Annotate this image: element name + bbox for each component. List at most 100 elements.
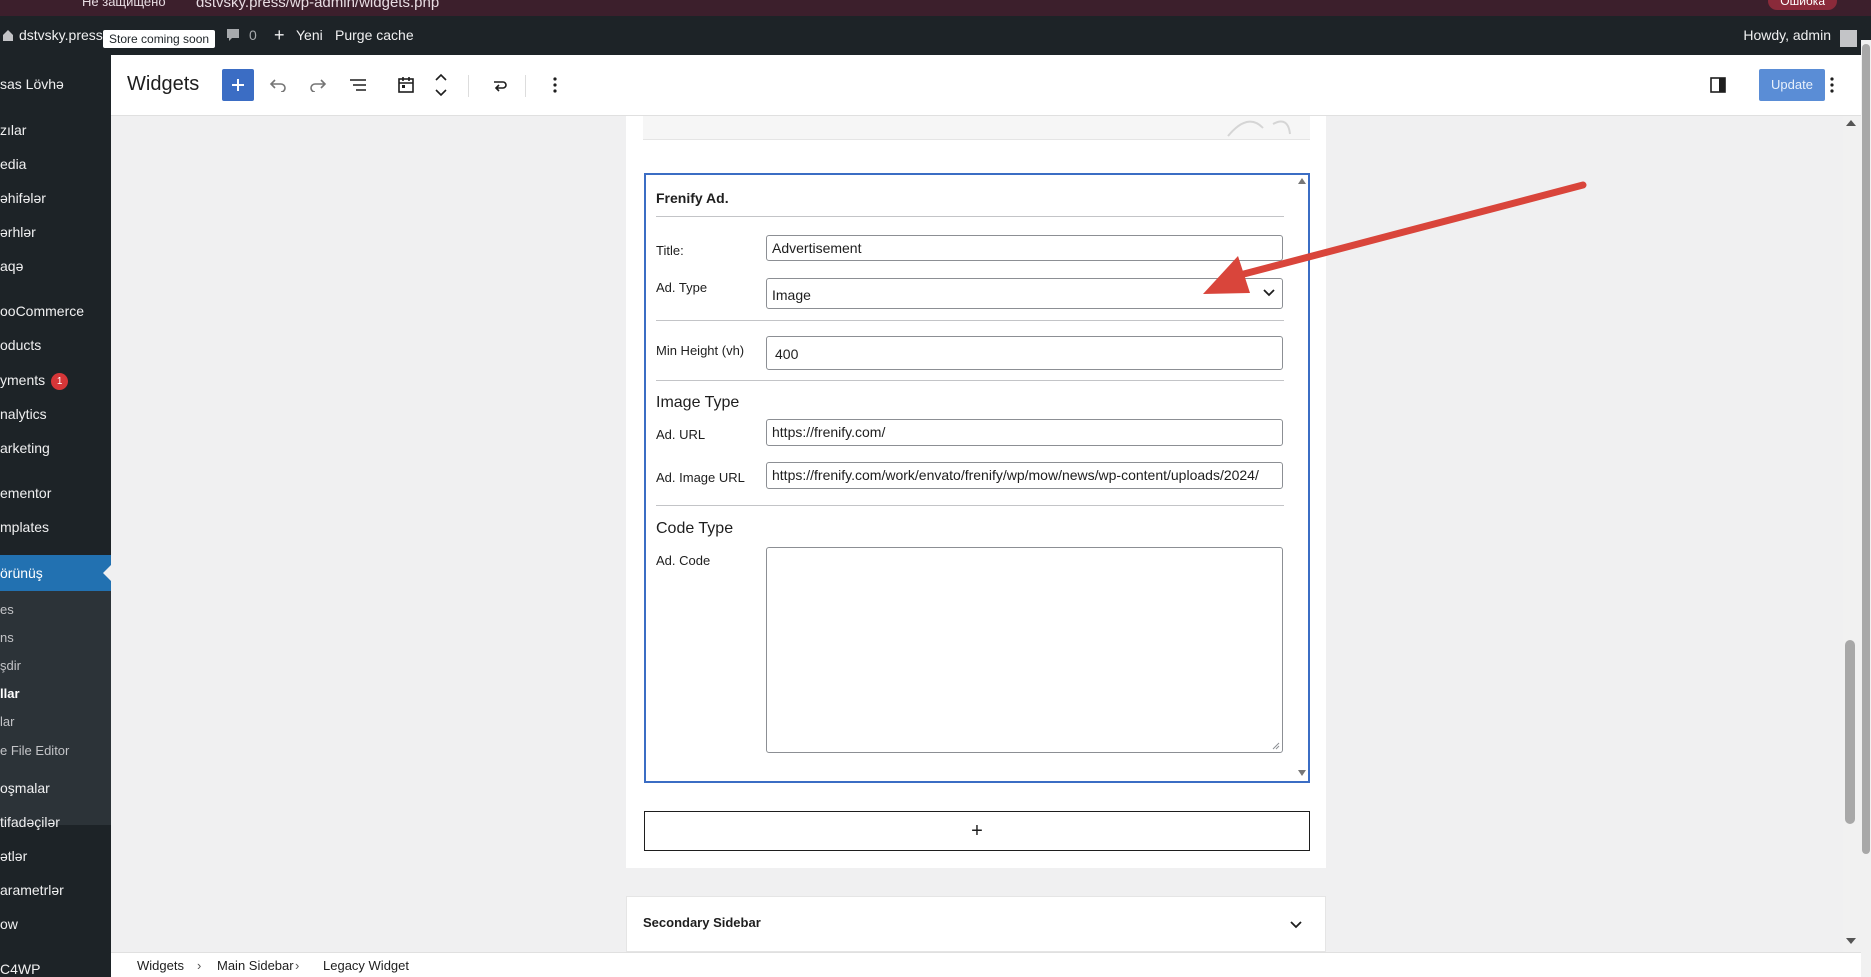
canvas-scrollbar[interactable] — [1843, 116, 1861, 952]
menu-item-tools[interactable]: ətlər — [0, 848, 27, 864]
editor-header: Widgets Update — [111, 55, 1861, 116]
min-height-input[interactable]: 400 — [766, 336, 1283, 370]
min-height-label: Min Height (vh) — [656, 343, 745, 358]
submenu-item-patterns[interactable]: ns — [0, 630, 14, 645]
breadcrumb-widgets[interactable]: Widgets — [137, 958, 184, 973]
new-content-link[interactable]: Yeni — [296, 16, 323, 55]
active-menu-arrow — [103, 565, 111, 581]
menu-item-plugins[interactable]: oşmalar — [0, 780, 50, 796]
ad-image-url-label: Ad. Image URL — [656, 470, 745, 485]
divider — [656, 216, 1284, 217]
menu-item-settings[interactable]: arametrlər — [0, 882, 64, 898]
chevron-down-icon[interactable] — [1289, 917, 1303, 931]
menu-item-users[interactable]: tifadəçilər — [0, 814, 60, 830]
sidebar-toggle-icon[interactable] — [1702, 69, 1734, 101]
browser-toolbar: Не защищено dstvsky.press/wp-admin/widge… — [0, 0, 1871, 16]
menu-item-payments-label: yments — [0, 372, 46, 388]
scroll-up-arrow[interactable] — [1846, 120, 1856, 126]
menu-item-woocommerce[interactable]: ooCommerce — [0, 303, 84, 319]
frenify-ad-widget[interactable]: Frenify Ad. Title: Advertisement Ad. Typ… — [644, 173, 1310, 783]
widget-heading: Frenify Ad. — [656, 190, 729, 206]
redo-button[interactable] — [302, 69, 334, 101]
store-coming-soon-badge[interactable]: Store coming soon — [103, 30, 216, 48]
title-label: Title: — [656, 243, 684, 258]
ad-url-label: Ad. URL — [656, 427, 706, 442]
ad-type-select[interactable]: Image — [766, 278, 1283, 309]
options-menu-icon[interactable] — [1816, 69, 1848, 101]
list-view-button[interactable] — [342, 69, 374, 101]
divider — [656, 380, 1284, 381]
menu-item-analytics[interactable]: nalytics — [0, 406, 47, 422]
submenu-item-menus[interactable]: lar — [0, 714, 14, 729]
secondary-sidebar-panel[interactable]: Secondary Sidebar — [626, 896, 1326, 952]
menu-item-elementor[interactable]: ementor — [0, 485, 51, 501]
menu-item-payments[interactable]: yments 1 — [0, 372, 69, 390]
breadcrumb-main-sidebar[interactable]: Main Sidebar — [217, 958, 294, 973]
comments-count[interactable]: 0 — [249, 16, 257, 55]
breadcrumb-separator-icon: › — [197, 958, 202, 973]
calendar-icon[interactable] — [390, 69, 422, 101]
ad-type-selected-value: Image — [772, 287, 811, 303]
move-up-down-icon[interactable] — [425, 69, 457, 101]
more-options-icon[interactable] — [539, 69, 571, 101]
inner-scroll-up-arrow[interactable] — [1298, 178, 1306, 184]
site-name-link[interactable]: dstvsky.press — [19, 16, 103, 55]
canvas-scrollbar-thumb[interactable] — [1845, 640, 1855, 824]
inner-scroll-down-arrow[interactable] — [1298, 770, 1306, 776]
purge-cache-link[interactable]: Purge cache — [335, 16, 414, 55]
menu-item-pages[interactable]: əhifələr — [0, 190, 46, 206]
ad-image-url-input[interactable]: https://frenify.com/work/envato/frenify/… — [766, 462, 1283, 489]
breadcrumb-separator-icon: › — [295, 958, 300, 973]
howdy-user-menu[interactable]: Howdy, admin — [1743, 16, 1831, 55]
admin-bar: dstvsky.press Store coming soon 0 + Yeni… — [0, 16, 1871, 55]
home-icon[interactable] — [2, 16, 14, 55]
title-input[interactable]: Advertisement — [766, 235, 1283, 261]
ad-url-input[interactable]: https://frenify.com/ — [766, 419, 1283, 446]
submenu-item-widgets[interactable]: llar — [0, 686, 20, 701]
menu-item-media[interactable]: edia — [0, 156, 26, 172]
ad-code-textarea[interactable] — [766, 547, 1283, 753]
code-type-heading: Code Type — [656, 520, 734, 537]
breadcrumb: Widgets › Main Sidebar › Legacy Widget — [111, 952, 1861, 977]
payments-count-badge: 1 — [51, 373, 69, 390]
plus-icon[interactable]: + — [274, 16, 285, 55]
menu-item-c4wp[interactable]: C4WP — [0, 961, 40, 977]
submenu-item-themes[interactable]: es — [0, 602, 14, 617]
transform-icon[interactable] — [484, 69, 516, 101]
toolbar-separator — [525, 75, 526, 97]
divider — [656, 320, 1284, 321]
resize-handle-icon[interactable] — [1272, 742, 1280, 750]
breadcrumb-legacy-widget[interactable]: Legacy Widget — [323, 958, 409, 973]
menu-item-marketing[interactable]: arketing — [0, 440, 50, 456]
address-bar[interactable]: dstvsky.press/wp-admin/widgets.php — [196, 0, 439, 11]
page-title: Widgets — [127, 73, 200, 95]
admin-menu: sas Lövhə zılar edia əhifələr ərhlər aqə… — [0, 55, 111, 977]
submenu-item-customize[interactable]: şdir — [0, 658, 21, 673]
menu-item-dashboard[interactable]: sas Lövhə — [0, 76, 64, 92]
menu-item-aqe[interactable]: aqə — [0, 258, 23, 274]
menu-item-comments[interactable]: ərhlər — [0, 224, 36, 240]
scroll-down-arrow[interactable] — [1846, 938, 1856, 944]
menu-item-posts[interactable]: zılar — [0, 122, 26, 138]
ad-type-label: Ad. Type — [656, 280, 708, 295]
add-block-button[interactable]: + — [644, 811, 1310, 851]
submenu-item-theme-file-editor[interactable]: e File Editor — [0, 743, 69, 758]
secondary-sidebar-title: Secondary Sidebar — [643, 915, 761, 930]
security-warning[interactable]: Не защищено — [82, 0, 166, 9]
error-badge[interactable]: Ошибка — [1768, 0, 1837, 10]
widgets-canvas: Frenify Ad. Title: Advertisement Ad. Typ… — [111, 116, 1861, 952]
divider — [656, 505, 1284, 506]
toolbar-separator — [468, 75, 469, 97]
menu-item-appearance[interactable]: örünüş — [0, 565, 43, 581]
comments-icon[interactable] — [226, 16, 240, 55]
block-inserter-button[interactable] — [222, 69, 254, 101]
avatar[interactable] — [1840, 30, 1857, 47]
undo-button[interactable] — [262, 69, 294, 101]
menu-item-products[interactable]: oducts — [0, 337, 41, 353]
menu-item-templates[interactable]: mplates — [0, 519, 49, 535]
page-scrollbar-thumb[interactable] — [1862, 44, 1870, 854]
previous-widget-block[interactable] — [643, 116, 1310, 140]
menu-item-show[interactable]: ow — [0, 916, 18, 932]
chevron-down-icon — [1263, 289, 1275, 297]
ad-code-label: Ad. Code — [656, 553, 711, 568]
